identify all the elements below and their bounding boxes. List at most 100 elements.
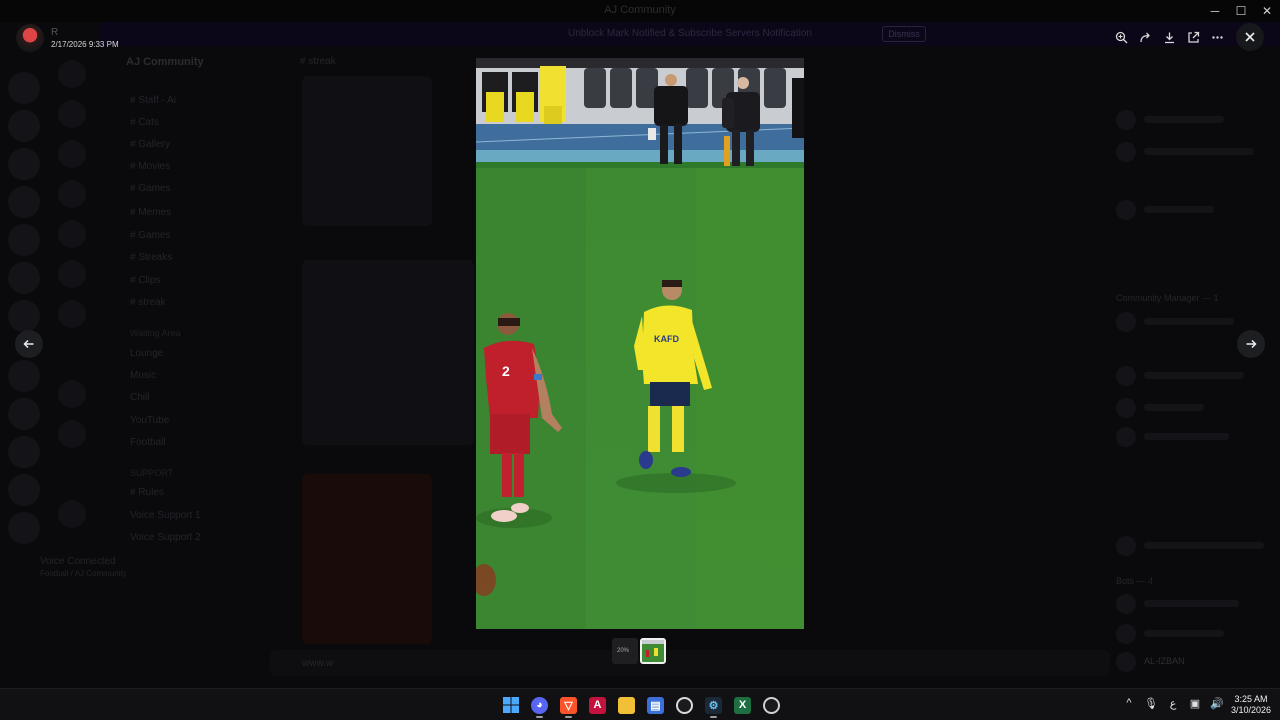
- server-icon[interactable]: [8, 110, 40, 142]
- message-image[interactable]: [302, 474, 432, 644]
- channel-item[interactable]: # Cats: [130, 117, 159, 128]
- support-channel[interactable]: Voice Support 1: [130, 510, 201, 521]
- server-name[interactable]: AJ Community: [126, 56, 204, 68]
- member-item[interactable]: [1116, 110, 1266, 130]
- voice-channel[interactable]: Chill: [130, 392, 149, 403]
- chat-input[interactable]: www.w: [270, 650, 1110, 676]
- server-icon[interactable]: [8, 186, 40, 218]
- file-explorer-icon[interactable]: [612, 693, 641, 717]
- next-image-button[interactable]: [1237, 330, 1265, 358]
- thumbnail-label: 20%: [617, 648, 630, 654]
- channel-item[interactable]: # Streaks: [130, 252, 172, 263]
- channel-item[interactable]: # Movies: [130, 161, 170, 172]
- member-group-header: Community Manager — 1: [1116, 293, 1219, 303]
- server-icon[interactable]: [8, 72, 40, 104]
- server-icon[interactable]: [8, 224, 40, 256]
- server-icon[interactable]: [58, 260, 86, 288]
- viewer-photo[interactable]: 2 KAFD: [476, 58, 804, 629]
- channel-item[interactable]: # Gallery: [130, 139, 170, 150]
- member-item[interactable]: [1116, 427, 1266, 447]
- server-icon[interactable]: [58, 420, 86, 448]
- channel-item[interactable]: # Games: [130, 183, 171, 194]
- discord-icon[interactable]: ◕: [525, 693, 554, 718]
- chrome-icon[interactable]: [757, 693, 786, 717]
- member-item[interactable]: [1116, 142, 1266, 162]
- channel-item[interactable]: # Memes: [130, 207, 171, 218]
- windows-start-icon[interactable]: [496, 693, 525, 717]
- server-icon[interactable]: [58, 300, 86, 328]
- forward-icon[interactable]: [1133, 27, 1157, 47]
- member-item[interactable]: [1116, 200, 1266, 220]
- member-item[interactable]: [1116, 366, 1266, 386]
- zoom-in-icon[interactable]: [1109, 27, 1133, 47]
- member-item[interactable]: [1116, 536, 1266, 556]
- server-icon[interactable]: [58, 180, 86, 208]
- voice-status-subtitle[interactable]: Football / AJ Community: [40, 569, 127, 578]
- uploader-name[interactable]: R: [51, 27, 58, 38]
- avatar: [1116, 624, 1136, 644]
- server-icon[interactable]: [8, 474, 40, 506]
- window-close-icon[interactable]: ✕: [1254, 0, 1280, 22]
- server-icon[interactable]: [58, 140, 86, 168]
- maximize-icon[interactable]: ☐: [1228, 0, 1254, 22]
- server-icon[interactable]: [58, 380, 86, 408]
- brave-browser-icon[interactable]: ▽: [554, 693, 583, 718]
- message-image[interactable]: [302, 260, 474, 445]
- voice-channel[interactable]: Football: [130, 437, 166, 448]
- microphone-icon[interactable]: 🎙: [1140, 697, 1162, 710]
- more-icon[interactable]: [1205, 27, 1229, 47]
- server-icon[interactable]: [58, 500, 86, 528]
- server-icon[interactable]: [8, 436, 40, 468]
- volume-icon[interactable]: 🔊: [1206, 697, 1228, 710]
- channel-item[interactable]: # Games: [130, 230, 171, 241]
- server-icon[interactable]: [8, 360, 40, 392]
- channel-item[interactable]: # Staff - Ai: [130, 95, 176, 106]
- obs-icon[interactable]: [670, 693, 699, 717]
- support-category[interactable]: SUPPORT: [130, 468, 173, 478]
- banner-dismiss-button[interactable]: Dismiss: [882, 26, 926, 42]
- chat-header: # streak: [300, 56, 336, 67]
- previous-image-button[interactable]: [15, 330, 43, 358]
- voice-channel[interactable]: Lounge: [130, 348, 163, 359]
- server-icon[interactable]: [8, 398, 40, 430]
- thumbnail-selected[interactable]: [640, 638, 666, 664]
- language-indicator[interactable]: ع: [1162, 697, 1184, 710]
- member-item[interactable]: [1116, 594, 1266, 614]
- server-icon[interactable]: [8, 300, 40, 332]
- member-name: [1144, 148, 1254, 155]
- server-icon[interactable]: [8, 512, 40, 544]
- member-item[interactable]: [1116, 312, 1266, 332]
- open-external-icon[interactable]: [1181, 27, 1205, 47]
- channel-item[interactable]: # streak: [130, 297, 166, 308]
- chat-input-text: www.w: [302, 658, 334, 669]
- voice-category[interactable]: Waiting Area: [130, 328, 181, 338]
- network-icon[interactable]: ▣: [1184, 697, 1206, 710]
- server-icon[interactable]: [58, 100, 86, 128]
- member-name: [1144, 630, 1224, 637]
- server-icon[interactable]: [58, 60, 86, 88]
- system-clock[interactable]: 3:25 AM 3/10/2026: [1228, 694, 1274, 716]
- download-icon[interactable]: [1157, 27, 1181, 47]
- affinity-icon[interactable]: A: [583, 693, 612, 717]
- server-icon[interactable]: [58, 220, 86, 248]
- close-viewer-button[interactable]: [1236, 23, 1264, 51]
- thumbnail[interactable]: 20%: [612, 638, 638, 664]
- arrow-right-icon: [1246, 339, 1257, 349]
- server-icon[interactable]: [8, 262, 40, 294]
- avatar[interactable]: [16, 24, 44, 52]
- app-icon[interactable]: ▤: [641, 693, 670, 717]
- excel-icon[interactable]: X: [728, 693, 757, 717]
- server-icon[interactable]: [8, 148, 40, 180]
- channel-item[interactable]: # Clips: [130, 275, 161, 286]
- member-item[interactable]: [1116, 624, 1266, 644]
- voice-channel[interactable]: YouTube: [130, 415, 169, 426]
- member-item[interactable]: [1116, 398, 1266, 418]
- support-channel[interactable]: Voice Support 2: [130, 532, 201, 543]
- voice-channel[interactable]: Music: [130, 370, 156, 381]
- member-item[interactable]: AL-IZBAN: [1116, 652, 1266, 672]
- message-image[interactable]: [302, 76, 432, 226]
- support-channel[interactable]: # Rules: [130, 487, 164, 498]
- tray-overflow-icon[interactable]: ^: [1118, 697, 1140, 710]
- steam-icon[interactable]: ⚙: [699, 693, 728, 718]
- minimize-icon[interactable]: ─: [1202, 0, 1228, 22]
